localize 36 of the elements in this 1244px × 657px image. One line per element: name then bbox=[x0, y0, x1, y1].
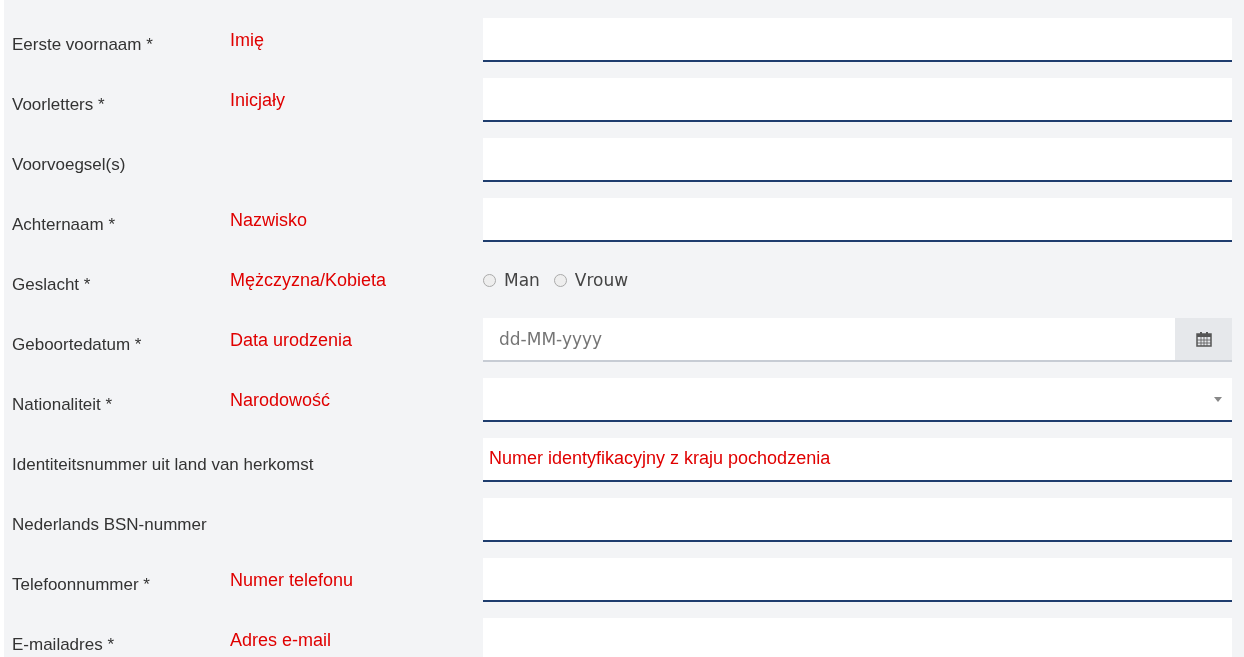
select-field[interactable] bbox=[483, 378, 1232, 422]
annotation: Narodowość bbox=[230, 389, 331, 410]
field-label: Voorletters * bbox=[11, 95, 105, 115]
field-label: Nederlands BSN-nummer bbox=[11, 515, 207, 535]
annotation: Imię bbox=[230, 29, 264, 50]
field-label: E-mailadres * bbox=[11, 635, 115, 655]
text-field[interactable] bbox=[483, 138, 1232, 182]
annotation: Mężczyzna/Kobieta bbox=[230, 269, 387, 290]
annotation: Nazwisko bbox=[230, 209, 308, 230]
text-field[interactable] bbox=[483, 18, 1232, 62]
field-label: Geboortedatum * bbox=[11, 335, 142, 355]
radio-button[interactable] bbox=[483, 273, 496, 287]
text-field[interactable] bbox=[483, 78, 1232, 122]
annotation: Numer identyfikacyjny z kraju pochodzenia bbox=[489, 448, 831, 469]
field-label: Telefoonnummer * bbox=[11, 575, 150, 595]
annotation: Data urodzenia bbox=[230, 329, 353, 350]
field-label: Nationaliteit * bbox=[11, 395, 113, 415]
date-field[interactable]: dd-MM-yyyy bbox=[483, 318, 1175, 362]
field-label: Geslacht * bbox=[11, 275, 91, 295]
field-label: Identiteitsnummer uit land van herkomst bbox=[11, 455, 314, 475]
text-field[interactable] bbox=[483, 438, 1232, 482]
calendar-icon bbox=[1195, 331, 1212, 347]
field-label: Eerste voornaam * bbox=[11, 35, 153, 55]
text-field[interactable] bbox=[483, 558, 1232, 602]
field-label: Voorvoegsel(s) bbox=[11, 155, 126, 175]
text-field[interactable] bbox=[483, 498, 1232, 542]
radio-label: Man bbox=[504, 270, 540, 290]
caret-icon bbox=[1214, 396, 1222, 402]
text-field[interactable] bbox=[483, 198, 1232, 242]
annotation: Adres e-mail bbox=[230, 629, 332, 650]
calendar-button[interactable] bbox=[1175, 318, 1232, 362]
field-label: Achternaam * bbox=[11, 215, 115, 235]
radio-label: Vrouw bbox=[574, 270, 629, 290]
annotation: Inicjały bbox=[230, 89, 286, 110]
annotation: Numer telefonu bbox=[230, 569, 354, 590]
radio-button[interactable] bbox=[553, 273, 567, 287]
